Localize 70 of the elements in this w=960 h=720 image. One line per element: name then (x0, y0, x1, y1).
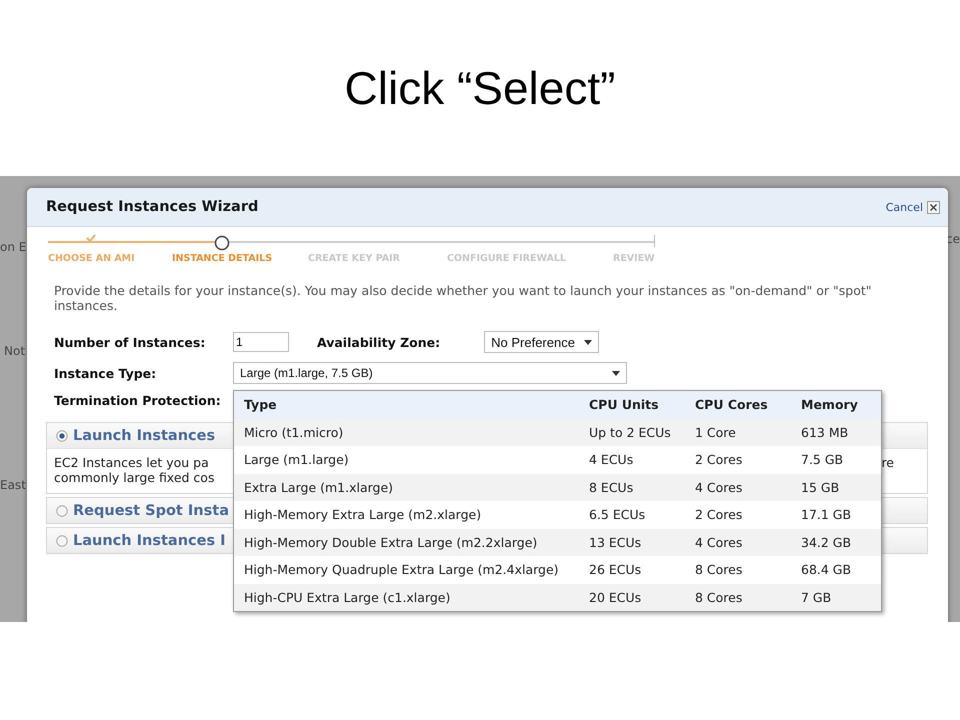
caret-icon (612, 370, 620, 376)
intro-text: Provide the details for your instance(s). You may also decide whether you want to launch your instances as "on-demand" or "spot" instances. (54, 283, 873, 313)
table-cell-text: Large (m1.large) (244, 452, 350, 468)
wizard-step: CHOOSE AN AMI (48, 253, 135, 264)
table-cell-text: 68.4 GB (801, 562, 852, 578)
list-row[interactable]: High-Memory Quadruple Extra Large (m2.4xlarge) 26 ECUs 8 Cores 68.4 GB (234, 556, 881, 584)
table-cell-text: 26 ECUs (589, 562, 642, 578)
caret-icon (584, 340, 592, 344)
list-row[interactable]: High-Memory Double Extra Large (m2.2xlarge) 13 ECUs 4 Cores 34.2 GB (234, 528, 881, 556)
table-cell-text: 4 ECUs (589, 452, 634, 468)
close-icon[interactable] (927, 200, 940, 214)
table-cell-text: 6.5 ECUs (589, 507, 646, 522)
section-title[interactable]: Launch Instances (73, 428, 216, 444)
table-cell-text: High-Memory Quadruple Extra Large (m2.4xlarge) (244, 562, 560, 578)
column-header: Type (244, 397, 278, 412)
table-cell-text: 17.1 GB (801, 507, 852, 522)
section-title[interactable]: Request Spot Insta (73, 502, 229, 518)
table-cell-text: Extra Large (m1.xlarge) (244, 480, 394, 495)
instance-type-dropdown[interactable]: Large (m1.large, 7.5 GB) (233, 362, 627, 384)
background-text: on E (0, 240, 26, 254)
list-row[interactable]: Micro (t1.micro) Up to 2 ECUs 1 Core 613 MB (234, 418, 881, 446)
table-cell-text: 7.5 GB (801, 452, 844, 468)
field-label: Number of Instances: (54, 334, 206, 350)
table-cell-text: 8 ECUs (589, 480, 634, 495)
circle-icon (214, 235, 230, 251)
table-cell-text: 2 Cores (695, 452, 744, 468)
table-cell-text: Up to 2 ECUs (589, 424, 672, 440)
list-row[interactable]: Large (m1.large) 4 ECUs 2 Cores 7.5 GB (234, 446, 881, 474)
cancel-link[interactable]: Cancel (886, 200, 923, 214)
list-row[interactable]: Extra Large (m1.xlarge) 8 ECUs 4 Cores 15 GB (234, 474, 881, 501)
table-cell-text: 4 Cores (695, 480, 744, 495)
section-text: commonly large fixed cos (54, 470, 214, 485)
section-text: EC2 Instances let you pa (54, 455, 210, 470)
column-header: Memory (801, 397, 859, 412)
table-cell-text: 8 Cores (695, 562, 744, 578)
table-cell-text: 2 Cores (695, 507, 744, 522)
table-cell-text: Micro (t1.micro) (244, 424, 344, 440)
table-cell-text: 20 ECUs (589, 590, 642, 605)
background-text: East (0, 478, 26, 492)
table-cell-text: 8 Cores (695, 590, 744, 605)
radio-button[interactable] (56, 430, 68, 442)
table-cell-text: 4 Cores (695, 534, 744, 550)
radio-button[interactable] (56, 534, 68, 546)
dialog-title: Request Instances Wizard (46, 199, 258, 215)
zone-dropdown[interactable]: No Preference (484, 331, 600, 353)
section-title[interactable]: Launch Instances I (73, 532, 226, 548)
table-cell-text: High-Memory Double Extra Large (m2.2xlarge) (244, 534, 538, 550)
field-label: Instance Type: (54, 366, 158, 380)
check-icon (86, 234, 96, 242)
table-cell-text: 13 ECUs (589, 534, 642, 550)
slide-title: Click “Select” (344, 61, 616, 115)
column-header: CPU Units (589, 397, 660, 412)
column-header: CPU Cores (695, 397, 769, 412)
radio-button[interactable] (56, 504, 68, 516)
table-cell-text: 613 MB (801, 424, 850, 440)
wizard-step: INSTANCE DETAILS (172, 253, 272, 264)
progress-end-tick (654, 235, 655, 247)
list-row[interactable]: High-CPU Extra Large (c1.xlarge) 20 ECUs 8 Cores 7 GB (234, 584, 881, 611)
section-text: re (881, 455, 894, 470)
field-label: Availability Zone: (317, 334, 440, 350)
table-cell-text: 15 GB (801, 480, 840, 495)
table-cell-text: High-Memory Extra Large (m2.xlarge) (244, 507, 482, 522)
list-row[interactable]: High-Memory Extra Large (m2.xlarge) 6.5 ECUs 2 Cores 17.1 GB (234, 501, 881, 528)
table-cell-text: 34.2 GB (801, 534, 852, 550)
table-cell-text: 1 Core (695, 424, 737, 440)
instances-field[interactable]: 1 (233, 332, 289, 352)
background-text: Not (4, 344, 26, 358)
table-cell-text: High-CPU Extra Large (c1.xlarge) (244, 590, 452, 605)
field-label: Termination Protection: (54, 393, 222, 408)
table-cell-text: 7 GB (801, 590, 832, 605)
